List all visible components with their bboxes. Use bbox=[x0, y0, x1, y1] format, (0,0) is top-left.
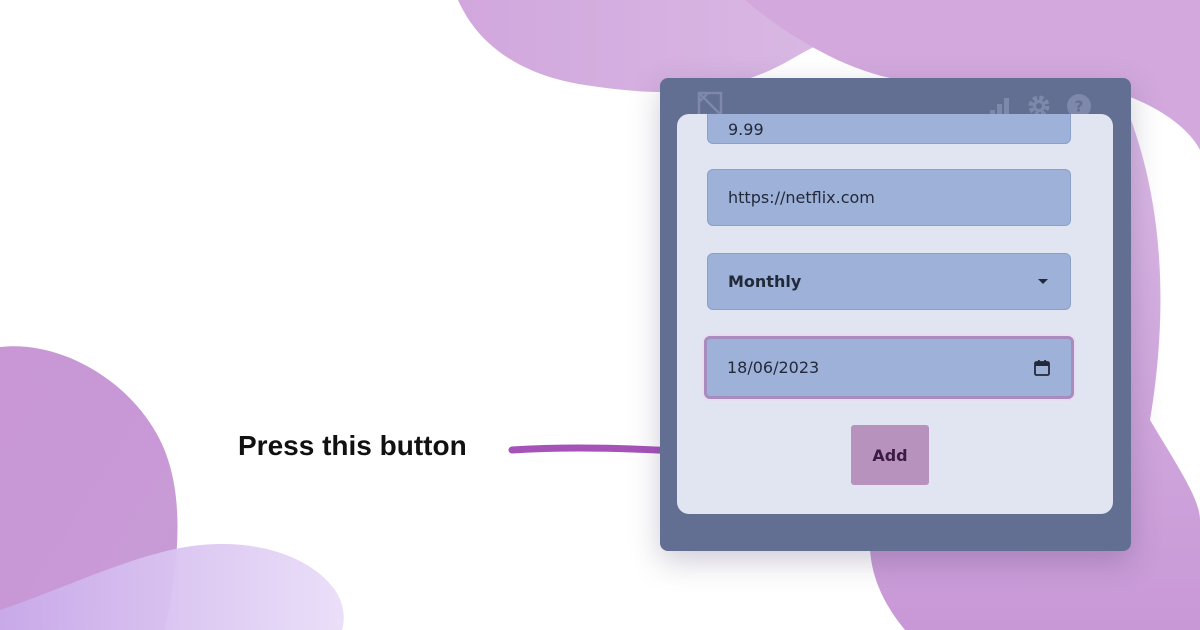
price-input[interactable]: 9.99 bbox=[707, 114, 1071, 144]
extension-popup: ? 9.99 https://netflix.com Monthly 18/06… bbox=[660, 78, 1131, 551]
frequency-selected: Monthly bbox=[728, 272, 802, 291]
subscription-form: 9.99 https://netflix.com Monthly 18/06/2… bbox=[677, 114, 1113, 514]
chevron-down-icon bbox=[1038, 279, 1048, 284]
date-value: 18/06/2023 bbox=[727, 358, 820, 377]
price-value: 9.99 bbox=[728, 119, 764, 139]
instruction-caption: Press this button bbox=[238, 430, 467, 461]
date-input[interactable]: 18/06/2023 bbox=[704, 336, 1074, 399]
url-input[interactable]: https://netflix.com bbox=[707, 169, 1071, 226]
url-value: https://netflix.com bbox=[728, 188, 875, 207]
add-button[interactable]: Add bbox=[851, 425, 929, 485]
frequency-select[interactable]: Monthly bbox=[707, 253, 1071, 310]
calendar-icon[interactable] bbox=[1033, 359, 1051, 377]
svg-text:?: ? bbox=[1075, 98, 1084, 116]
